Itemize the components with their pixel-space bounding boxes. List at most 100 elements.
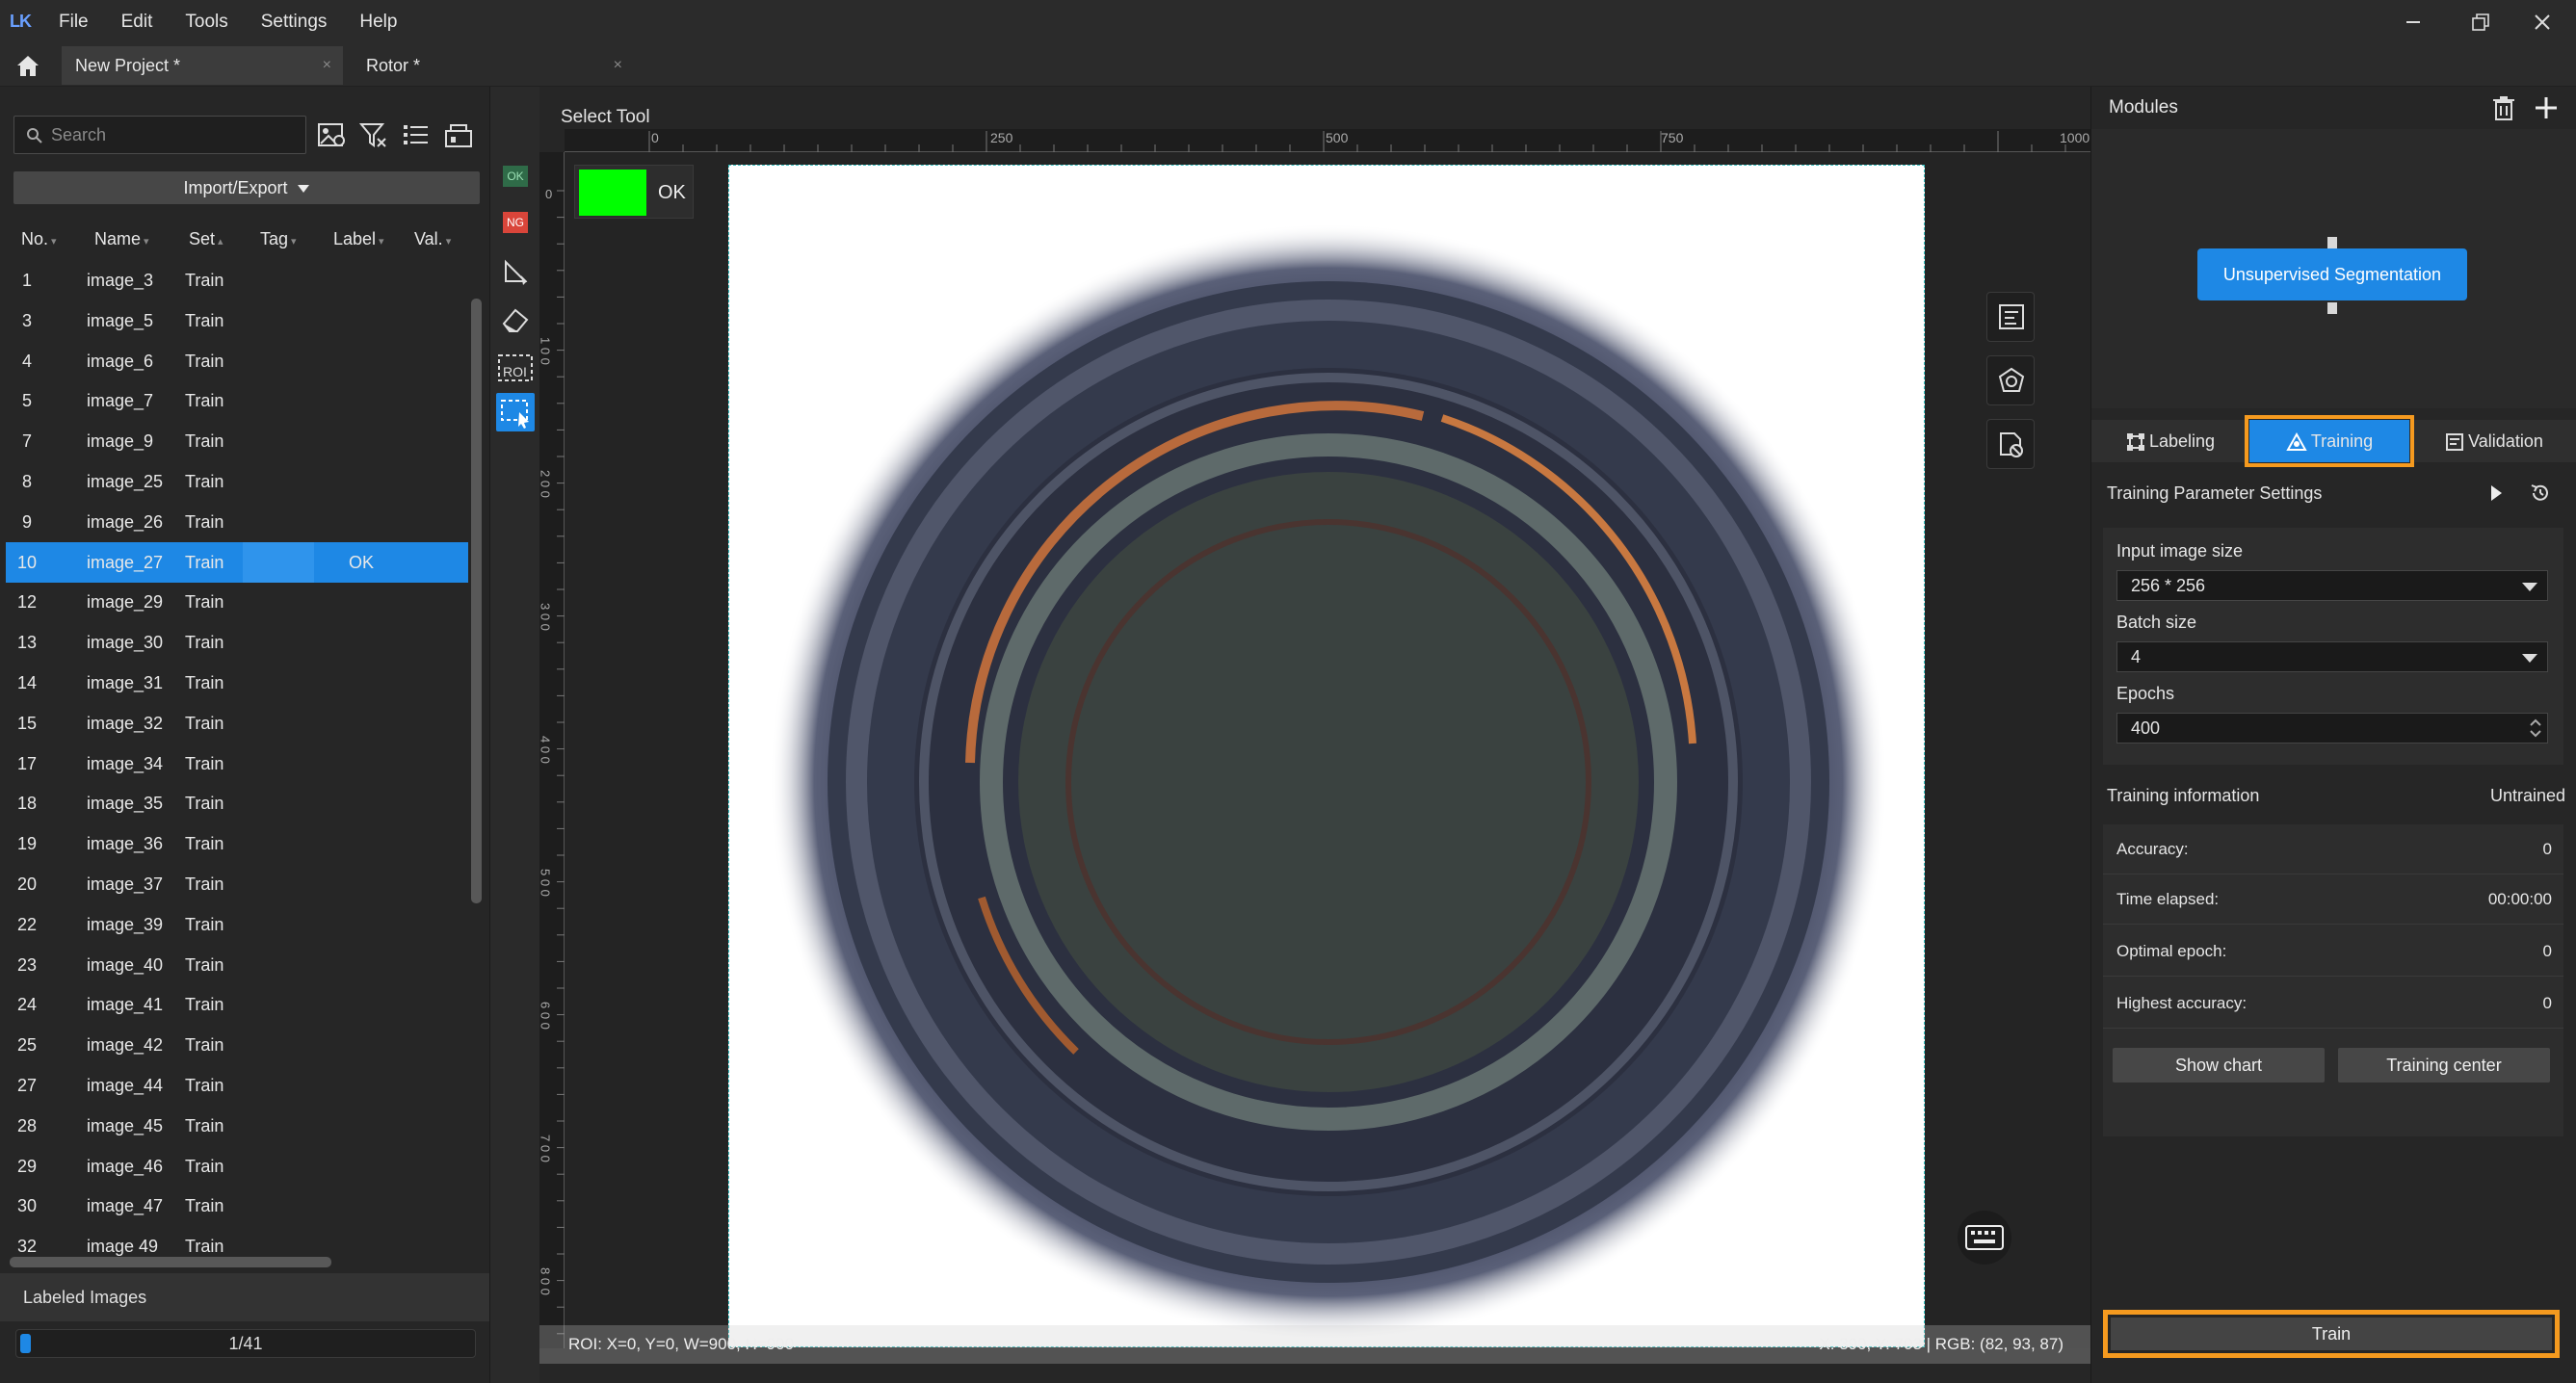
stepper-icon[interactable] — [2528, 716, 2543, 741]
roi-tool[interactable]: ROI — [496, 352, 535, 383]
input-size-select[interactable]: 256 * 256 — [2116, 570, 2548, 601]
import-export-button[interactable]: Import/Export — [13, 171, 480, 204]
minimize-button[interactable] — [2379, 0, 2447, 44]
cell-no: 27 — [16, 1076, 38, 1095]
search-input[interactable]: Search — [13, 116, 306, 154]
inspection-image[interactable] — [728, 165, 1925, 1347]
menu-tools[interactable]: Tools — [169, 0, 244, 44]
select-tool[interactable] — [496, 393, 535, 431]
tab-new-project[interactable]: New Project * × — [62, 46, 343, 85]
horizontal-scrollbar[interactable] — [10, 1257, 331, 1267]
cell-set: Train — [185, 592, 224, 613]
table-row[interactable]: 19 image_36 Train — [6, 823, 468, 864]
table-row[interactable]: 14 image_31 Train — [6, 663, 468, 703]
training-center-button[interactable]: Training center — [2338, 1048, 2550, 1083]
ruler-horizontal-ticks: 0 250 500 750 1000 — [648, 130, 2090, 152]
list-view-button[interactable] — [401, 119, 432, 150]
module-input-port[interactable] — [2327, 237, 2337, 248]
table-row[interactable]: 17 image_34 Train — [6, 744, 468, 784]
keyboard-shortcuts-button[interactable] — [1958, 1211, 2011, 1265]
cell-set: Train — [185, 713, 224, 733]
eraser-tool[interactable] — [500, 304, 531, 335]
tab-training[interactable]: Training — [2245, 415, 2414, 467]
col-no[interactable]: No. ▾ — [21, 218, 57, 263]
table-row[interactable]: 9 image_26 Train — [6, 502, 468, 542]
train-button[interactable]: Train — [2103, 1310, 2560, 1358]
view-mask-button[interactable] — [1986, 355, 2035, 405]
module-flow-canvas[interactable]: Unsupervised Segmentation — [2091, 129, 2576, 408]
table-row[interactable]: 4 image_6 Train — [6, 341, 468, 381]
ng-label-tool[interactable]: NG — [503, 212, 528, 233]
table-row[interactable]: 23 image_40 Train — [6, 945, 468, 985]
home-button[interactable] — [13, 52, 48, 79]
module-node-unsupervised-segmentation[interactable]: Unsupervised Segmentation — [2197, 248, 2467, 300]
training-info-label: Training information — [2107, 786, 2260, 805]
image-tag-button[interactable] — [316, 119, 347, 150]
col-name[interactable]: Name ▾ — [94, 218, 149, 263]
col-label[interactable]: Label ▾ — [333, 218, 384, 263]
table-row[interactable]: 25 image_42 Train — [6, 1025, 468, 1065]
tab-rotor[interactable]: Rotor * × — [353, 46, 634, 85]
table-row[interactable]: 7 image_9 Train — [6, 421, 468, 461]
menu-file[interactable]: File — [42, 0, 105, 44]
table-row[interactable]: 15 image_32 Train — [6, 703, 468, 744]
svg-text:1000: 1000 — [2060, 130, 2090, 145]
col-tag[interactable]: Tag ▾ — [260, 218, 297, 263]
table-row[interactable]: 30 image_47 Train — [6, 1186, 468, 1226]
table-row[interactable]: 12 image_29 Train — [6, 582, 468, 622]
table-row[interactable]: 3 image_5 Train — [6, 300, 468, 341]
table-row[interactable]: 18 image_35 Train — [6, 783, 468, 823]
tab-close-icon[interactable]: × — [323, 46, 331, 85]
polygon-tool[interactable] — [500, 256, 531, 287]
table-row[interactable]: 20 image_37 Train — [6, 864, 468, 904]
close-button[interactable] — [2509, 0, 2576, 44]
canvas[interactable]: OK — [565, 153, 2090, 1348]
table-row[interactable]: 10 image_27 Train OK — [6, 541, 468, 583]
menu-settings[interactable]: Settings — [245, 0, 344, 44]
epochs-input[interactable]: 400 — [2116, 713, 2548, 744]
ok-label-tool[interactable]: OK — [503, 166, 528, 187]
menu-edit[interactable]: Edit — [105, 0, 170, 44]
reset-params-button[interactable] — [2529, 482, 2552, 505]
panel-toggle-button[interactable] — [443, 119, 474, 150]
table-row[interactable]: 22 image_39 Train — [6, 904, 468, 945]
cell-no: 10 — [16, 552, 38, 572]
cell-set: Train — [185, 1156, 224, 1176]
table-row[interactable]: 13 image_30 Train — [6, 622, 468, 663]
tab-validation[interactable]: Validation — [2413, 420, 2575, 462]
tab-close-icon[interactable]: × — [614, 46, 622, 85]
col-set[interactable]: Set ▴ — [189, 218, 223, 263]
table-row[interactable]: 28 image_45 Train — [6, 1106, 468, 1146]
close-icon — [2535, 14, 2550, 30]
col-val[interactable]: Val. ▾ — [414, 218, 451, 263]
table-row[interactable]: 5 image_7 Train — [6, 380, 468, 421]
table-row[interactable]: 8 image_25 Train — [6, 461, 468, 502]
cell-no: 24 — [16, 995, 38, 1015]
label-list-button[interactable] — [1986, 292, 2035, 342]
reset-icon — [2531, 484, 2548, 501]
delete-module-button[interactable] — [2490, 94, 2517, 121]
run-params-button[interactable] — [2486, 483, 2506, 503]
table-row[interactable]: 29 image_46 Train — [6, 1146, 468, 1187]
cell-name: image_32 — [87, 713, 164, 733]
batch-size-select[interactable]: 4 — [2116, 641, 2548, 672]
menu-help[interactable]: Help — [343, 0, 413, 44]
hide-mask-button[interactable] — [1986, 419, 2035, 469]
table-row[interactable]: 27 image_44 Train — [6, 1065, 468, 1106]
restore-button[interactable] — [2447, 0, 2514, 44]
stat-row-accuracy: Accuracy: 0 — [2103, 824, 2563, 874]
validation-icon — [2446, 433, 2464, 452]
filter-button[interactable] — [358, 119, 389, 150]
vertical-scrollbar[interactable] — [471, 299, 482, 903]
tab-label: Rotor * — [366, 56, 421, 75]
epochs-value: 400 — [2131, 718, 2161, 738]
table-row[interactable]: 24 image_41 Train — [6, 984, 468, 1025]
module-output-port[interactable] — [2327, 302, 2337, 314]
add-module-button[interactable] — [2533, 94, 2560, 121]
tool-column: OK NG ROI — [489, 87, 539, 1383]
tab-labeling[interactable]: Labeling — [2091, 420, 2249, 462]
table-row[interactable]: 1 image_3 Train — [6, 260, 468, 300]
search-icon — [27, 128, 42, 144]
show-chart-button[interactable]: Show chart — [2113, 1048, 2325, 1083]
caret-down-icon — [297, 185, 309, 194]
